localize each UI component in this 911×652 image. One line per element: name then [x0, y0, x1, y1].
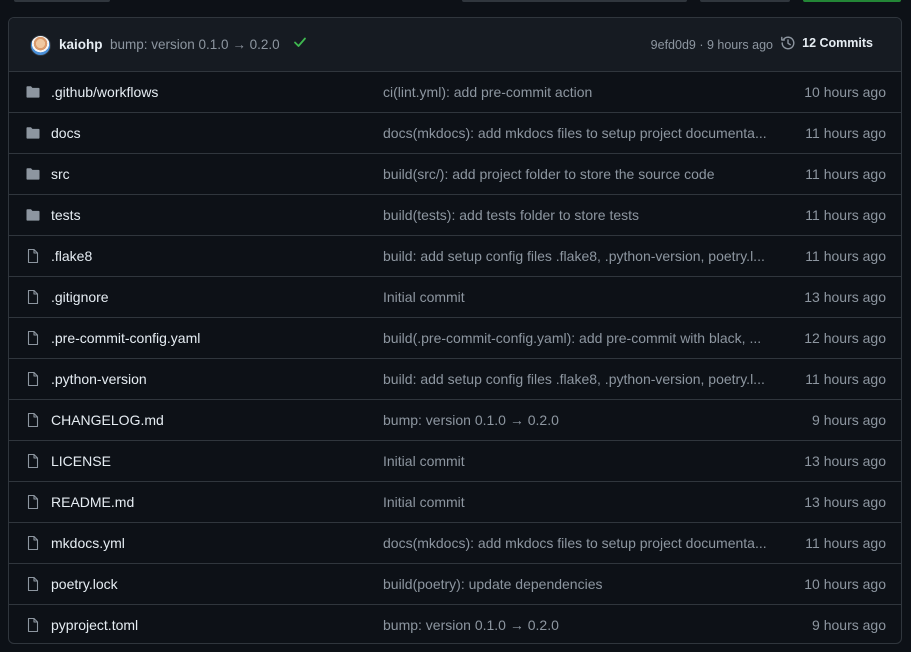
file-icon	[27, 248, 39, 264]
file-row[interactable]: README.md Initial commit 13 hours ago	[9, 481, 901, 522]
file-commit-message-link[interactable]: build(src/): add project folder to store…	[383, 166, 767, 182]
file-icon	[27, 494, 39, 510]
file-name-link[interactable]: docs	[51, 125, 81, 141]
file-commit-age: 9 hours ago	[812, 617, 886, 633]
file-commit-age: 13 hours ago	[804, 453, 886, 469]
file-commit-age: 13 hours ago	[804, 494, 886, 510]
file-commit-message-link[interactable]: docs(mkdocs): add mkdocs files to setup …	[383, 125, 767, 141]
file-commit-message-link[interactable]: docs(mkdocs): add mkdocs files to setup …	[383, 535, 767, 551]
file-icon	[27, 289, 39, 305]
file-row[interactable]: poetry.lock build(poetry): update depende…	[9, 563, 901, 604]
file-commit-age: 11 hours ago	[805, 166, 886, 182]
file-name-link[interactable]: pyproject.toml	[51, 617, 138, 633]
commit-author[interactable]: kaiohp	[59, 37, 103, 52]
file-commit-message-link[interactable]: build: add setup config files .flake8, .…	[383, 371, 767, 387]
file-name-link[interactable]: LICENSE	[51, 453, 111, 469]
file-row[interactable]: pyproject.toml bump: version 0.1.0 → 0.2.…	[9, 604, 901, 643]
file-commit-age: 9 hours ago	[812, 412, 886, 428]
file-commit-age: 10 hours ago	[804, 84, 886, 100]
file-commit-message-link[interactable]: bump: version 0.1.0 → 0.2.0	[383, 617, 767, 633]
code-button-stub[interactable]	[803, 0, 901, 2]
file-name-link[interactable]: .flake8	[51, 248, 92, 264]
file-name-link[interactable]: mkdocs.yml	[51, 535, 125, 551]
file-icon	[27, 330, 39, 346]
file-commit-message-link[interactable]: build(.pre-commit-config.yaml): add pre-…	[383, 330, 767, 346]
file-commit-message-link[interactable]: ci(lint.yml): add pre-commit action	[383, 84, 767, 100]
file-commit-message-link[interactable]: Initial commit	[383, 289, 767, 305]
file-name-link[interactable]: .gitignore	[51, 289, 109, 305]
folder-icon	[26, 86, 40, 98]
file-name-link[interactable]: README.md	[51, 494, 134, 510]
file-commit-message-link[interactable]: build(tests): add tests folder to store …	[383, 207, 767, 223]
file-row[interactable]: CHANGELOG.md bump: version 0.1.0 → 0.2.0 9…	[9, 399, 901, 440]
toolbar-search-stub[interactable]	[462, 0, 687, 2]
file-name-link[interactable]: tests	[51, 207, 81, 223]
toolbar-button-stub[interactable]	[14, 0, 110, 2]
commit-sha-time[interactable]: 9efd0d9 · 9 hours ago	[651, 38, 773, 52]
history-icon	[781, 36, 795, 50]
file-row[interactable]: .pre-commit-config.yaml build(.pre-commit…	[9, 317, 901, 358]
file-row[interactable]: tests build(tests): add tests folder to s…	[9, 194, 901, 235]
file-browser: kaiohp bump: version 0.1.0 → 0.2.0 9efd0…	[8, 17, 902, 644]
latest-commit-bar: kaiohp bump: version 0.1.0 → 0.2.0 9efd0…	[9, 18, 901, 72]
commit-message[interactable]: bump: version 0.1.0 → 0.2.0	[110, 37, 280, 52]
file-icon	[27, 535, 39, 551]
file-row[interactable]: mkdocs.yml docs(mkdocs): add mkdocs files…	[9, 522, 901, 563]
file-list: .github/workflows ci(lint.yml): add pre-c…	[9, 72, 901, 643]
check-icon[interactable]	[292, 34, 308, 50]
file-name-link[interactable]: CHANGELOG.md	[51, 412, 164, 428]
file-commit-age: 12 hours ago	[804, 330, 886, 346]
file-commit-age: 11 hours ago	[805, 207, 886, 223]
file-commit-message-link[interactable]: build(poetry): update dependencies	[383, 576, 767, 592]
file-icon	[27, 412, 39, 428]
folder-icon	[26, 127, 40, 139]
file-commit-message-link[interactable]: Initial commit	[383, 453, 767, 469]
file-icon	[27, 617, 39, 633]
file-row[interactable]: .flake8 build: add setup config files .fl…	[9, 235, 901, 276]
file-icon	[27, 371, 39, 387]
file-commit-age: 11 hours ago	[805, 371, 886, 387]
file-row[interactable]: docs docs(mkdocs): add mkdocs files to se…	[9, 112, 901, 153]
file-commit-message-link[interactable]: Initial commit	[383, 494, 767, 510]
file-commit-message-link[interactable]: build: add setup config files .flake8, .…	[383, 248, 767, 264]
avatar[interactable]	[30, 35, 51, 56]
folder-icon	[26, 209, 40, 221]
file-icon	[27, 576, 39, 592]
file-name-link[interactable]: .python-version	[51, 371, 147, 387]
file-commit-age: 11 hours ago	[805, 125, 886, 141]
file-commit-age: 13 hours ago	[804, 289, 886, 305]
file-name-link[interactable]: .github/workflows	[51, 84, 158, 100]
file-commit-age: 11 hours ago	[805, 248, 886, 264]
file-row[interactable]: LICENSE Initial commit 13 hours ago	[9, 440, 901, 481]
file-name-link[interactable]: poetry.lock	[51, 576, 118, 592]
file-row[interactable]: .python-version build: add setup config f…	[9, 358, 901, 399]
file-row[interactable]: src build(src/): add project folder to st…	[9, 153, 901, 194]
commits-history-link[interactable]: 12 Commits	[780, 35, 873, 51]
file-icon	[27, 453, 39, 469]
file-name-link[interactable]: src	[51, 166, 70, 182]
folder-icon	[26, 168, 40, 180]
file-commit-age: 10 hours ago	[804, 576, 886, 592]
file-name-link[interactable]: .pre-commit-config.yaml	[51, 330, 200, 346]
commits-count: 12 Commits	[802, 36, 873, 50]
file-commit-message-link[interactable]: bump: version 0.1.0 → 0.2.0	[383, 412, 767, 428]
toolbar-button-stub[interactable]	[700, 0, 790, 2]
file-row[interactable]: .gitignore Initial commit 13 hours ago	[9, 276, 901, 317]
file-commit-age: 11 hours ago	[805, 535, 886, 551]
file-row[interactable]: .github/workflows ci(lint.yml): add pre-c…	[9, 72, 901, 112]
